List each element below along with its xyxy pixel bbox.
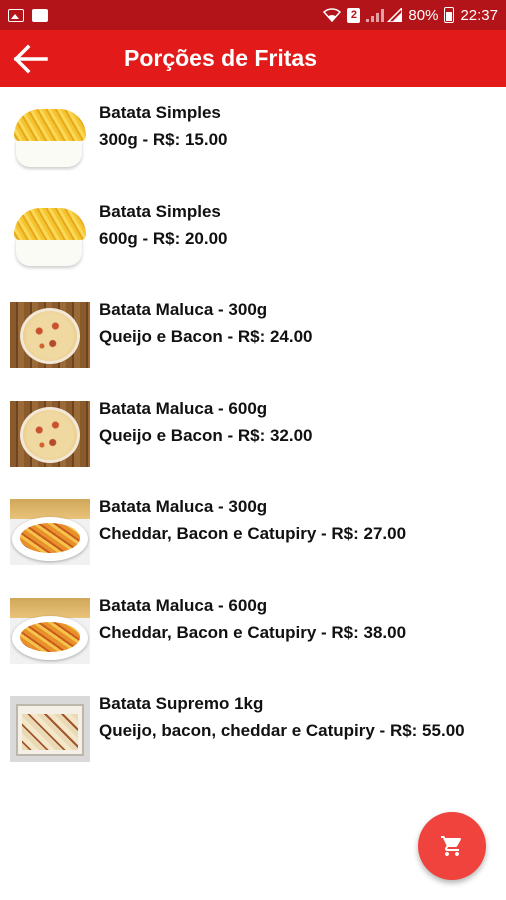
cheddar-fries-thumbnail xyxy=(10,597,90,664)
page-title: Porções de Fritas xyxy=(124,45,318,71)
clock: 22:37 xyxy=(460,6,498,24)
list-item[interactable]: Batata Maluca - 600g Cheddar, Bacon e Ca… xyxy=(0,580,506,679)
sim-slot-badge: 2 xyxy=(347,7,361,23)
list-item[interactable]: Batata Simples 300g - R$: 15.00 xyxy=(0,87,506,186)
loaded-fries-thumbnail xyxy=(10,302,90,368)
item-title: Batata Maluca - 600g xyxy=(99,398,268,418)
battery-icon xyxy=(444,7,455,23)
list-item[interactable]: Batata Maluca - 600g Queijo e Bacon - R$… xyxy=(0,383,506,482)
item-title: Batata Maluca - 300g xyxy=(99,300,268,319)
signal-icon xyxy=(366,8,403,22)
item-price: 600g - R$: 20.00 xyxy=(99,228,228,248)
status-bar: 2 80% 22:37 xyxy=(0,0,506,30)
app-bar: Porções de Fritas xyxy=(0,30,506,87)
item-title: Batata Maluca - 300g xyxy=(99,497,268,516)
image-icon xyxy=(8,8,24,22)
product-list: Batata Simples 300g - R$: 15.00 Batata S… xyxy=(0,87,506,777)
item-title: Batata Simples xyxy=(99,103,221,122)
cheddar-fries-thumbnail xyxy=(10,499,90,565)
cart-icon xyxy=(441,836,462,856)
item-price: Cheddar, Bacon e Catupiry - R$: 27.00 xyxy=(99,524,407,543)
loaded-fries-thumbnail xyxy=(10,400,90,467)
list-item[interactable]: Batata Simples 600g - R$: 20.00 xyxy=(0,186,506,285)
list-item[interactable]: Batata Supremo 1kg Queijo, bacon, chedda… xyxy=(0,678,506,777)
wifi-icon xyxy=(323,8,342,22)
back-button[interactable] xyxy=(0,30,60,87)
news-icon xyxy=(32,8,48,22)
battery-percent: 80% xyxy=(408,6,439,24)
arrow-left-icon xyxy=(13,44,48,73)
item-price: Queijo e Bacon - R$: 24.00 xyxy=(99,327,313,346)
item-title: Batata Simples xyxy=(99,201,221,221)
supremo-fries-thumbnail xyxy=(10,696,90,762)
item-title: Batata Supremo 1kg xyxy=(99,694,264,713)
item-price: Queijo, bacon, cheddar e Catupiry - R$: … xyxy=(99,721,465,740)
item-price: Queijo e Bacon - R$: 32.00 xyxy=(99,425,313,445)
cart-button[interactable] xyxy=(418,812,486,880)
fries-thumbnail xyxy=(10,105,90,171)
list-item[interactable]: Batata Maluca - 300g Cheddar, Bacon e Ca… xyxy=(0,481,506,580)
item-price: Cheddar, Bacon e Catupiry - R$: 38.00 xyxy=(99,622,407,642)
list-item[interactable]: Batata Maluca - 300g Queijo e Bacon - R$… xyxy=(0,284,506,383)
item-price: 300g - R$: 15.00 xyxy=(99,130,228,149)
item-title: Batata Maluca - 600g xyxy=(99,595,268,615)
fries-thumbnail xyxy=(10,204,90,270)
